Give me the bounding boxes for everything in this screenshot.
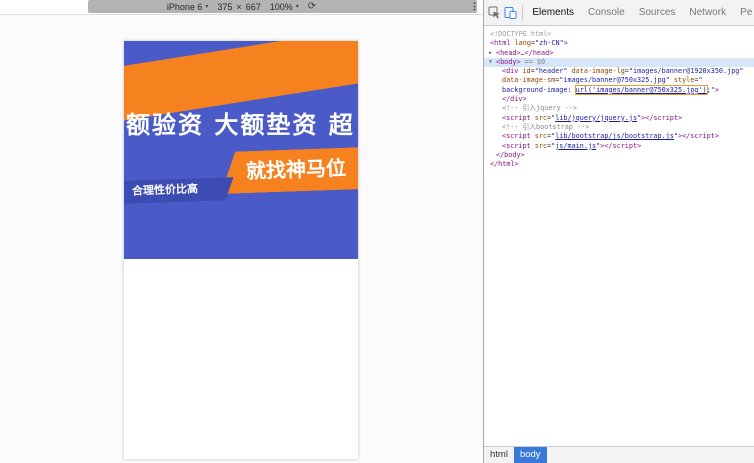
inspect-element-icon[interactable] [486,2,502,23]
code-line[interactable]: <div id="header" data-image-lg="images/b… [484,67,754,76]
breadcrumb-html[interactable]: html [484,447,514,463]
code-line[interactable]: <!-- 引入bootstrap --> [484,123,754,132]
code-token-attr: data-image-lg [571,67,625,76]
zoom-select[interactable]: 100% ▾ [270,2,299,12]
code-token-tag: <script [502,132,535,141]
code-token-val: "zh-CN" [535,39,564,48]
page-banner: 额验资 大额垫资 超 就找神马位 合理性价比高 [124,41,358,259]
zoom-level-label: 100% [269,1,293,12]
code-token-cmt: <!-- 引入jquery --> [502,104,577,113]
code-token-link[interactable]: lib/jquery/jquery.js [555,114,637,122]
code-token-tag: </head> [524,48,554,57]
device-type-label: iPhone 6 [166,1,203,12]
viewport-height-value[interactable]: 667 [246,2,261,12]
code-token-val: "header" [534,67,568,76]
code-token-attr: src [534,132,548,141]
code-line[interactable]: <script src="js/main.js"></script> [484,142,754,151]
code-line[interactable]: <script src="lib/jquery/jquery.js"></scr… [484,114,754,123]
code-token-attr: data-image-sm [502,76,556,85]
devtools-toolbar: ElementsConsoleSourcesNetworkPerformance [484,0,754,26]
code-token-tag: <script [502,141,535,150]
code-token-link[interactable]: lib/bootstrap/js/bootstrap.js [555,132,674,140]
code-token-cmt: <!-- 引入bootstrap --> [502,122,590,131]
device-emulation-pane: iPhone 6 ▾ 375 × 667 100% ▾ ⟳ ⋮ 额验资 大额垫资… [0,0,483,463]
code-token-val: background-image: [502,85,576,94]
code-token-tag: > [563,39,568,48]
chevron-down-icon: ▾ [295,4,299,10]
code-token-doc: <!DOCTYPE html> [490,30,552,38]
banner-ribbon-primary: 就找神马位 [219,146,358,194]
code-token-tag: </script> [645,113,683,122]
code-token-val: "images/banner@750x325.jpg" [559,76,670,85]
code-token-attr: id [522,67,531,76]
code-token-tag: <body> [496,57,521,66]
banner-headline: 额验资 大额垫资 超 [126,111,355,139]
code-token-plain: =" [694,76,703,85]
code-token-attr: lang [514,39,531,48]
emulation-stage: 额验资 大额垫资 超 就找神马位 合理性价比高 [0,15,483,463]
code-token-val: "images/banner@1920x350.jpg" [628,67,744,76]
tab-console[interactable]: Console [581,0,632,25]
code-line[interactable]: </html> [484,160,754,169]
code-token-tag: <script [502,113,535,122]
elements-tree: <!DOCTYPE html> <html lang="zh-CN"> ▶ <head… [484,26,754,446]
expand-arrow-closed-icon[interactable]: ▶ [489,49,496,58]
code-line[interactable]: <!-- 引入jquery --> [484,104,754,113]
tab-sources[interactable]: Sources [632,0,683,25]
dom-breadcrumbs: html body [484,446,754,463]
code-token-tag: </div> [502,95,527,104]
code-token-link[interactable]: js/main.js [555,142,596,150]
code-token-link[interactable]: url('images/banner@750x325.jpg') [574,84,708,95]
expand-arrow-open-icon[interactable]: ▼ [489,58,496,67]
code-token-attr: style [673,76,695,85]
code-line[interactable]: background-image: url('images/banner@750… [484,84,754,95]
code-line[interactable]: <html lang="zh-CN"> [484,39,754,48]
code-token-tag: <div [502,67,523,76]
devtools-tabs: ElementsConsoleSourcesNetworkPerformance [525,0,752,25]
code-line[interactable]: <!DOCTYPE html> [484,30,754,39]
tab-elements[interactable]: Elements [525,0,581,25]
code-token-attr: src [534,141,548,150]
code-token-tag: </script> [604,141,642,150]
device-viewport[interactable]: 额验资 大额垫资 超 就找神马位 合理性价比高 [124,41,358,459]
rotate-viewport-icon[interactable]: ⟳ [308,0,316,13]
device-type-select[interactable]: iPhone 6 ▾ [167,2,209,12]
browser-devtools-screenshot: iPhone 6 ▾ 375 × 667 100% ▾ ⟳ ⋮ 额验资 大额垫资… [0,0,754,463]
code-token-tag: > [714,85,719,94]
tab-performance[interactable]: Performance [733,0,752,25]
code-token-dollar: == $0 [520,57,546,66]
toolbar-separator [521,4,523,21]
tab-network[interactable]: Network [682,0,733,25]
viewport-dimensions: 375 × 667 [217,2,260,12]
code-token-tag: <html [490,39,515,48]
devtools-panel: ElementsConsoleSourcesNetworkPerformance… [483,0,754,463]
chevron-down-icon: ▾ [205,4,209,10]
code-token-tag: </script> [682,132,719,141]
code-token-tag: <head> [496,48,521,57]
breadcrumb-body[interactable]: body [513,447,547,463]
code-token-attr: src [534,113,548,122]
code-token-tag: </body> [496,150,525,159]
dimension-times-label: × [236,1,242,12]
device-toolbar-controls: iPhone 6 ▾ 375 × 667 100% ▾ ⟳ [0,0,483,13]
code-line-selected[interactable]: ▼ <body> == $0 [484,57,754,68]
code-line[interactable]: </div> [484,95,754,104]
toggle-device-toolbar-icon[interactable] [502,2,518,23]
code-line[interactable]: <script src="lib/bootstrap/js/bootstrap.… [484,132,754,141]
more-options-icon[interactable]: ⋮ [470,0,479,13]
code-line[interactable]: data-image-sm="images/banner@750x325.jpg… [484,76,754,85]
code-token-tag: </html> [490,160,519,169]
device-toolbar: iPhone 6 ▾ 375 × 667 100% ▾ ⟳ ⋮ [0,0,483,15]
viewport-width-value[interactable]: 375 [217,2,232,12]
banner-ribbon-secondary: 合理性价比高 [124,177,234,204]
code-line[interactable]: ▶ <head>…</head> [484,49,754,58]
code-line[interactable]: </body> [484,151,754,160]
